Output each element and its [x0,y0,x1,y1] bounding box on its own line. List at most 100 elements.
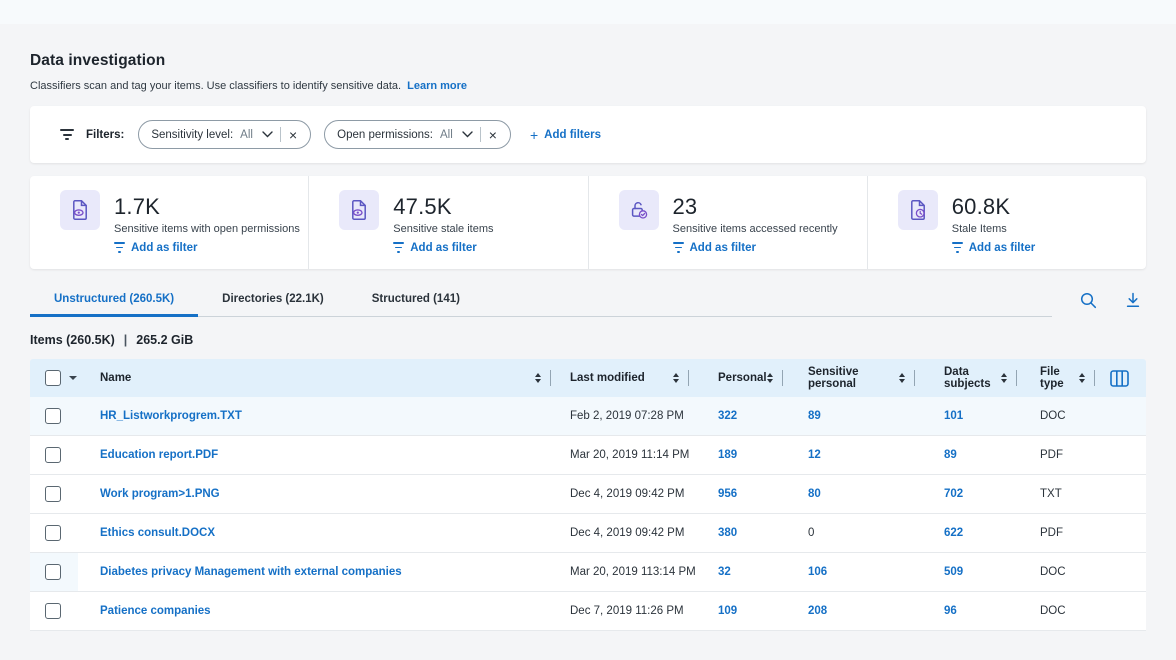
column-header-last-modified: Last modified [570,372,645,384]
stat-value: 60.8K [952,194,1035,220]
item-name-link[interactable]: Patience companies [100,605,211,617]
item-name-link[interactable]: Ethics consult.DOCX [100,527,215,539]
sensitive-personal-count-link[interactable]: 80 [808,488,821,500]
data-subjects-count-link[interactable]: 622 [944,527,963,539]
file-type-cell: TXT [1040,488,1062,500]
last-modified-cell: Feb 2, 2019 07:28 PM [570,410,684,422]
chip-divider [480,127,481,142]
row-checkbox[interactable] [45,408,61,424]
item-name-link[interactable]: Work program>1.PNG [100,488,220,500]
personal-count-link[interactable]: 32 [718,566,731,578]
chevron-down-icon[interactable] [462,131,473,138]
sensitive-personal-count-link[interactable]: 106 [808,566,827,578]
chip-field-label: Open permissions: [337,129,433,141]
last-modified-cell: Dec 4, 2019 09:42 PM [570,488,684,500]
stat-card-accessed-recently: 23 Sensitive items accessed recently Add… [588,176,867,269]
data-subjects-count-link[interactable]: 702 [944,488,963,500]
row-checkbox[interactable] [45,447,61,463]
page-header: Data investigation Classifiers scan and … [30,52,1146,92]
plus-icon: + [530,128,538,142]
tab-structured[interactable]: Structured (141) [348,283,484,317]
download-icon[interactable] [1124,291,1142,309]
sort-icon[interactable] [535,373,541,383]
sort-icon[interactable] [767,373,773,383]
file-type-cell: PDF [1040,527,1063,539]
filter-chip-sensitivity-level[interactable]: Sensitivity level: All × [138,120,311,149]
sort-icon[interactable] [1001,373,1007,383]
stat-label: Sensitive items accessed recently [673,223,838,235]
column-divider [914,370,915,386]
add-filters-button[interactable]: + Add filters [530,128,601,142]
table-row: HR_Listworkprogrem.TXT Feb 2, 2019 07:28… [30,397,1146,436]
select-menu-caret-icon[interactable] [69,376,77,380]
item-name-link[interactable]: Education report.PDF [100,449,218,461]
chip-value: All [440,129,453,141]
learn-more-link[interactable]: Learn more [407,80,467,92]
search-icon[interactable] [1079,291,1097,309]
remove-filter-icon[interactable]: × [488,128,498,142]
column-settings-button[interactable] [1110,370,1129,387]
file-type-cell: DOC [1040,566,1066,578]
personal-count-link[interactable]: 322 [718,410,737,422]
filter-icon [60,129,74,140]
add-as-filter-link[interactable]: Add as filter [393,242,493,254]
stats-panel: 1.7K Sensitive items with open permissio… [30,176,1146,269]
data-subjects-count-link[interactable]: 509 [944,566,963,578]
column-header-file-type: File type [1040,366,1079,390]
row-checkbox[interactable] [45,564,61,580]
filter-chip-open-permissions[interactable]: Open permissions: All × [324,120,511,149]
filter-icon [114,242,125,252]
stat-card-open-permissions: 1.7K Sensitive items with open permissio… [30,176,308,269]
top-strip [0,0,1176,24]
sort-icon[interactable] [673,373,679,383]
sort-icon[interactable] [1079,373,1085,383]
add-as-filter-link[interactable]: Add as filter [114,242,300,254]
page-subtitle: Classifiers scan and tag your items. Use… [30,80,401,92]
last-modified-cell: Dec 4, 2019 09:42 PM [570,527,684,539]
file-type-cell: DOC [1040,410,1066,422]
stat-label: Stale Items [952,223,1035,235]
summary-separator: | [124,333,128,347]
lock-check-icon [619,190,659,230]
sensitive-personal-count-link[interactable]: 12 [808,449,821,461]
chip-value: All [240,129,253,141]
row-checkbox[interactable] [45,603,61,619]
stat-card-stale-items: 60.8K Stale Items Add as filter [867,176,1146,269]
add-as-filter-label: Add as filter [410,242,476,254]
tabs-row: Unstructured (260.5K) Directories (22.1K… [30,283,1146,317]
stat-value: 23 [673,194,838,220]
sensitive-personal-count-link[interactable]: 89 [808,410,821,422]
personal-count-link[interactable]: 109 [718,605,737,617]
add-as-filter-link[interactable]: Add as filter [952,242,1035,254]
sort-icon[interactable] [899,373,905,383]
tab-unstructured[interactable]: Unstructured (260.5K) [30,283,198,317]
tabs: Unstructured (260.5K) Directories (22.1K… [30,283,1052,317]
filters-label: Filters: [86,129,124,141]
add-as-filter-link[interactable]: Add as filter [673,242,838,254]
item-name-link[interactable]: Diabetes privacy Management with externa… [100,566,402,578]
personal-count-link[interactable]: 956 [718,488,737,500]
items-summary: Items (260.5K) | 265.2 GiB [30,333,1146,347]
sensitive-personal-count: 0 [808,527,814,539]
table-header: Name Last modified Personal Sensitive pe… [30,359,1146,397]
tab-directories[interactable]: Directories (22.1K) [198,283,348,317]
last-modified-cell: Mar 20, 2019 11:14 PM [570,449,689,461]
document-shield-icon [339,190,379,230]
column-divider [1094,370,1095,386]
personal-count-link[interactable]: 189 [718,449,737,461]
chevron-down-icon[interactable] [262,131,273,138]
chip-field-label: Sensitivity level: [151,129,233,141]
items-size: 265.2 GiB [136,333,193,347]
data-subjects-count-link[interactable]: 89 [944,449,957,461]
data-subjects-count-link[interactable]: 101 [944,410,963,422]
column-divider [1016,370,1017,386]
personal-count-link[interactable]: 380 [718,527,737,539]
data-subjects-count-link[interactable]: 96 [944,605,957,617]
remove-filter-icon[interactable]: × [288,128,298,142]
row-checkbox[interactable] [45,486,61,502]
row-checkbox[interactable] [45,525,61,541]
sensitive-personal-count-link[interactable]: 208 [808,605,827,617]
item-name-link[interactable]: HR_Listworkprogrem.TXT [100,410,242,422]
select-all-checkbox[interactable] [45,370,61,386]
chip-divider [280,127,281,142]
